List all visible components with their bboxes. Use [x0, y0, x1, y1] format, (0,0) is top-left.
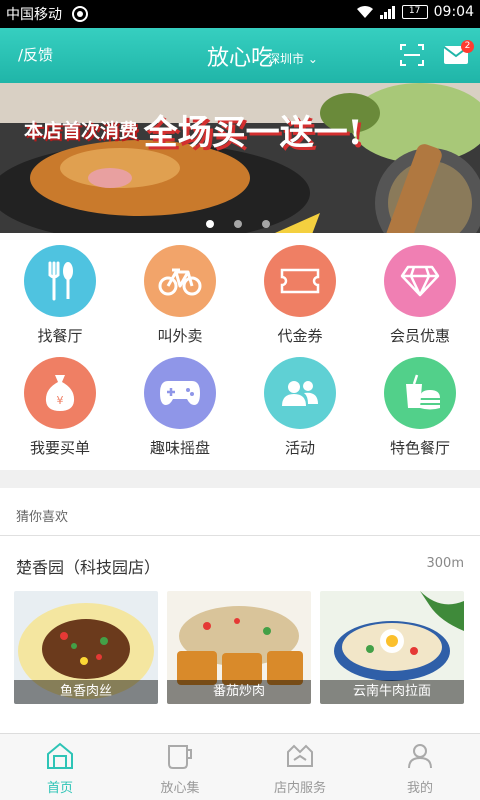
- dish-card[interactable]: 番茄炒肉: [167, 591, 311, 704]
- people-icon: [264, 357, 336, 429]
- carousel-dots: [206, 220, 270, 228]
- tab-label: 首页: [46, 781, 73, 796]
- dish-name: 鱼香肉丝: [14, 680, 158, 704]
- grid-item-find-restaurant[interactable]: 找餐厅: [0, 233, 120, 345]
- tab-label: 放心集: [160, 781, 200, 796]
- dish-name: 番茄炒肉: [167, 680, 311, 704]
- grid-item-voucher[interactable]: 代金券: [240, 233, 360, 345]
- grid-item-label: 趣味摇盘: [149, 439, 210, 457]
- banner-headline: 本店首次消费 全场买一送一!: [24, 105, 363, 154]
- shop-name[interactable]: 楚香园（科技园店）: [16, 554, 160, 578]
- banner-text-big: 全场买一送一!: [143, 113, 363, 153]
- svg-text:¥: ¥: [57, 394, 64, 407]
- coupon-icon: [264, 245, 336, 317]
- grid-item-shake-game[interactable]: 趣味摇盘: [120, 345, 240, 457]
- clock: 09:04: [433, 4, 474, 20]
- wifi-icon: [356, 5, 373, 18]
- grid-item-activities[interactable]: 活动: [240, 345, 360, 457]
- chevron-down-icon: ⌄: [307, 52, 318, 66]
- store-icon: [287, 744, 313, 767]
- grid-item-label: 找餐厅: [37, 327, 83, 345]
- app-header: /反馈 放心吃 深圳市 ⌄ 2: [0, 28, 480, 83]
- divider: [0, 535, 480, 536]
- carousel-dot[interactable]: [234, 220, 242, 228]
- user-icon: [408, 744, 432, 769]
- shop-distance: 300m: [426, 556, 464, 571]
- promo-banner[interactable]: 本店首次消费 全场买一送一!: [0, 83, 480, 233]
- money-bag-icon: ¥: [24, 357, 96, 429]
- grid-item-label: 叫外卖: [157, 327, 203, 345]
- section-title: 猜你喜欢: [16, 510, 69, 525]
- carousel-dot[interactable]: [206, 220, 214, 228]
- grid-item-pay-bill[interactable]: ¥ 我要买单: [0, 345, 120, 457]
- gamepad-icon: [144, 357, 216, 429]
- grid-item-label: 活动: [284, 439, 315, 457]
- home-icon: [47, 742, 73, 769]
- cup-icon: [168, 745, 192, 769]
- scan-icon[interactable]: [400, 44, 424, 66]
- tab-collection[interactable]: 放心集: [120, 734, 240, 800]
- tab-in-store-service[interactable]: 店内服务: [240, 734, 360, 800]
- bicycle-icon: [144, 245, 216, 317]
- carrier-name: 中国移动: [6, 7, 62, 23]
- grid-item-featured-restaurants[interactable]: 特色餐厅: [360, 345, 480, 457]
- grid-item-label: 代金券: [277, 327, 323, 345]
- tab-profile[interactable]: 我的: [360, 734, 480, 800]
- city-selector[interactable]: 深圳市 ⌄: [268, 50, 318, 67]
- function-grid: 找餐厅 叫外卖 代金券 会员优惠 ¥ 我要买单 趣味摇盘 活动 特色餐厅: [0, 233, 480, 470]
- fork-knife-icon: [24, 245, 96, 317]
- grid-item-label: 会员优惠: [389, 327, 450, 345]
- carousel-dot[interactable]: [262, 220, 270, 228]
- diamond-icon: [384, 245, 456, 317]
- location-icon: [72, 6, 88, 22]
- banner-text-small: 本店首次消费: [24, 120, 139, 142]
- recommendation-section: 猜你喜欢 楚香园（科技园店） 300m 鱼香肉丝 番茄炒肉 云南牛肉拉面: [0, 488, 480, 733]
- tab-home[interactable]: 首页: [0, 734, 120, 800]
- status-bar: 中国移动 17 09:04: [0, 0, 480, 28]
- dish-card[interactable]: 云南牛肉拉面: [320, 591, 464, 704]
- tab-label: 店内服务: [273, 781, 326, 796]
- tab-label: 我的: [406, 781, 433, 796]
- bottom-tab-bar: 首页 放心集 店内服务 我的: [0, 733, 480, 800]
- signal-icon: [379, 6, 395, 19]
- dish-name: 云南牛肉拉面: [320, 680, 464, 704]
- grid-item-member-offers[interactable]: 会员优惠: [360, 233, 480, 345]
- grid-item-label: 我要买单: [29, 439, 90, 457]
- mail-badge: 2: [461, 40, 474, 53]
- fast-food-icon: [384, 357, 456, 429]
- grid-item-label: 特色餐厅: [389, 439, 450, 457]
- dish-card[interactable]: 鱼香肉丝: [14, 591, 158, 704]
- grid-item-delivery[interactable]: 叫外卖: [120, 233, 240, 345]
- feedback-button[interactable]: /反馈: [18, 44, 53, 65]
- battery-icon: 17: [401, 5, 428, 19]
- city-label: 深圳市: [268, 52, 305, 66]
